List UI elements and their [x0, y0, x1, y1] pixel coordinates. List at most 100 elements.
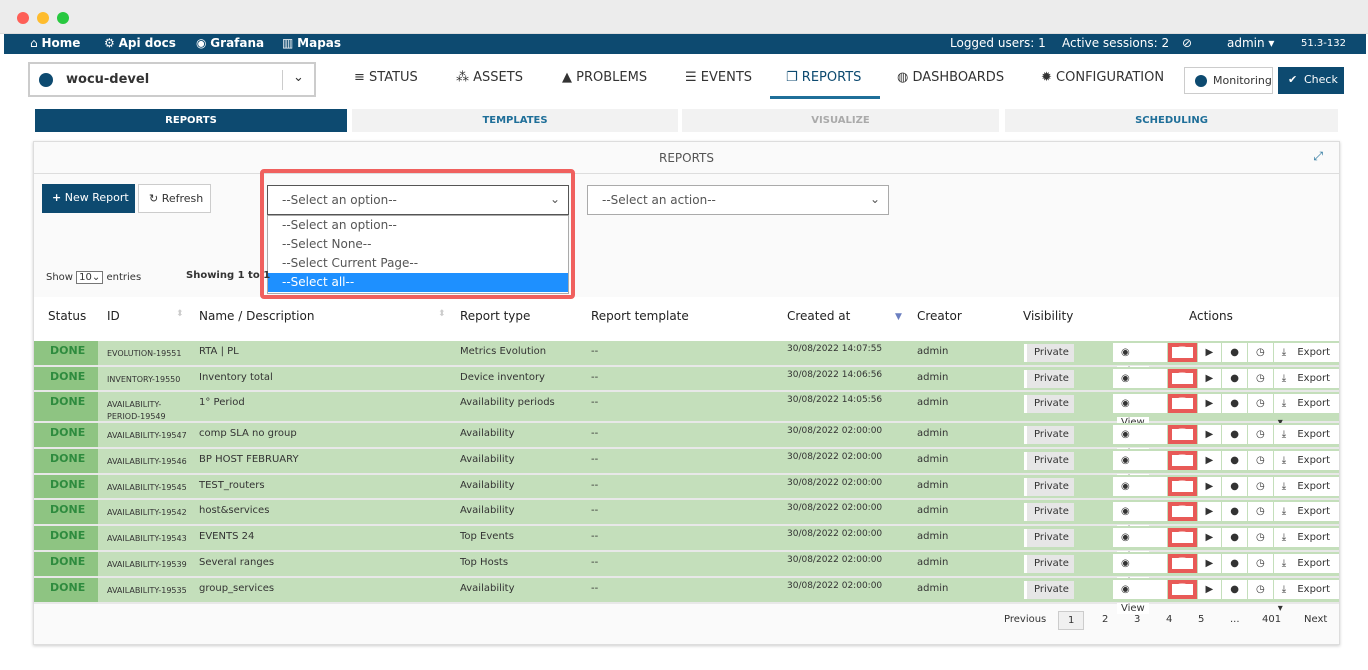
nav-events[interactable]: ☰ EVENTS [685, 70, 752, 85]
delete-button[interactable]: 🗑 [1167, 502, 1197, 521]
sort-icon[interactable]: ⬍ [176, 309, 184, 319]
maximize-window-button[interactable] [57, 12, 69, 24]
page-1[interactable]: 1 [1058, 611, 1085, 630]
export-button[interactable]: ⤓ Export ▾ [1273, 369, 1339, 403]
export-button[interactable]: ⤓ Export ▾ [1273, 425, 1339, 459]
sort-desc-icon[interactable]: ▼ [895, 312, 902, 322]
comment-button[interactable]: ● [1222, 425, 1247, 444]
export-button[interactable]: ⤓ Export ▾ [1273, 528, 1339, 562]
topbar-apidocs-link[interactable]: ⚙ Api docs [104, 36, 176, 50]
delete-button[interactable]: 🗑 [1167, 580, 1197, 599]
comment-button[interactable]: ● [1222, 343, 1247, 362]
report-name[interactable]: RTA | PL [199, 346, 239, 357]
delete-button[interactable]: 🗑 [1167, 477, 1197, 496]
view-button[interactable]: ◉ View [1113, 528, 1167, 562]
sort-icon[interactable]: ⬍ [438, 309, 446, 319]
delete-button[interactable]: 🗑 [1167, 528, 1197, 547]
view-button[interactable]: ◉ View [1113, 394, 1167, 428]
view-button[interactable]: ◉ View [1113, 477, 1167, 511]
comment-button[interactable]: ● [1222, 502, 1247, 521]
page-401[interactable]: 401 [1262, 614, 1281, 625]
page-2[interactable]: 2 [1102, 614, 1108, 625]
visibility-badge[interactable]: Private [1024, 555, 1074, 573]
col-visibility[interactable]: Visibility [1023, 309, 1073, 323]
view-button[interactable]: ◉ View [1113, 369, 1167, 403]
nav-problems[interactable]: ▲ PROBLEMS [562, 70, 647, 85]
nav-assets[interactable]: ⁂ ASSETS [456, 70, 523, 85]
page-5[interactable]: 5 [1198, 614, 1204, 625]
next-page-button[interactable]: Next [1304, 614, 1327, 625]
run-button[interactable]: ▶ [1197, 528, 1222, 547]
col-id[interactable]: ID [107, 309, 120, 323]
page-3[interactable]: 3 [1134, 614, 1140, 625]
export-button[interactable]: ⤓ Export ▾ [1273, 477, 1339, 511]
nav-dashboards[interactable]: ◍ DASHBOARDS [897, 70, 1004, 85]
minimize-window-button[interactable] [37, 12, 49, 24]
chevron-down-icon[interactable]: ⌄ [293, 70, 304, 85]
report-name[interactable]: comp SLA no group [199, 428, 297, 439]
visibility-badge[interactable]: Private [1024, 344, 1074, 362]
report-name[interactable]: TEST_routers [199, 480, 265, 491]
page-size-select[interactable]: 10⌄ [76, 271, 104, 284]
view-button[interactable]: ◉ View [1113, 451, 1167, 485]
page-4[interactable]: 4 [1166, 614, 1172, 625]
export-button[interactable]: ⤓ Export ▾ [1273, 394, 1339, 428]
col-creator[interactable]: Creator [917, 309, 962, 323]
run-button[interactable]: ▶ [1197, 394, 1222, 413]
col-status[interactable]: Status [48, 309, 86, 323]
close-window-button[interactable] [17, 12, 29, 24]
report-name[interactable]: Several ranges [199, 557, 274, 568]
delete-button[interactable]: 🗑 [1167, 343, 1197, 362]
run-button[interactable]: ▶ [1197, 580, 1222, 599]
schedule-button[interactable]: ◷ [1247, 477, 1273, 496]
export-button[interactable]: ⤓ Export ▾ [1273, 502, 1339, 536]
col-name[interactable]: Name / Description [199, 309, 314, 323]
run-button[interactable]: ▶ [1197, 554, 1222, 573]
visibility-badge[interactable]: Private [1024, 478, 1074, 496]
run-button[interactable]: ▶ [1197, 425, 1222, 444]
comment-button[interactable]: ● [1222, 554, 1247, 573]
subtab-templates[interactable]: TEMPLATES [352, 109, 678, 132]
run-button[interactable]: ▶ [1197, 477, 1222, 496]
subtab-visualize[interactable]: VISUALIZE [682, 109, 999, 132]
comment-button[interactable]: ● [1222, 451, 1247, 470]
monitoring-button[interactable]: Monitoring [1184, 67, 1273, 94]
report-name[interactable]: group_services [199, 583, 274, 594]
view-button[interactable]: ◉ View [1113, 502, 1167, 536]
visibility-badge[interactable]: Private [1024, 370, 1074, 388]
delete-button[interactable]: 🗑 [1167, 394, 1197, 413]
view-button[interactable]: ◉ View [1113, 580, 1167, 614]
schedule-button[interactable]: ◷ [1247, 502, 1273, 521]
view-button[interactable]: ◉ View [1113, 425, 1167, 459]
refresh-button[interactable]: ↻ Refresh [138, 184, 211, 213]
export-button[interactable]: ⤓ Export ▾ [1273, 554, 1339, 588]
view-button[interactable]: ◉ View [1113, 554, 1167, 588]
topbar-grafana-link[interactable]: ◉ Grafana [196, 36, 264, 50]
prev-page-button[interactable]: Previous [1004, 614, 1046, 625]
comment-button[interactable]: ● [1222, 369, 1247, 388]
schedule-button[interactable]: ◷ [1247, 425, 1273, 444]
delete-button[interactable]: 🗑 [1167, 451, 1197, 470]
disable-icon[interactable]: ⊘ [1182, 36, 1192, 50]
delete-button[interactable]: 🗑 [1167, 425, 1197, 444]
visibility-badge[interactable]: Private [1024, 395, 1074, 413]
run-button[interactable]: ▶ [1197, 343, 1222, 362]
view-button[interactable]: ◉ View [1113, 343, 1167, 377]
export-button[interactable]: ⤓ Export ▾ [1273, 343, 1339, 377]
schedule-button[interactable]: ◷ [1247, 343, 1273, 362]
visibility-badge[interactable]: Private [1024, 426, 1074, 444]
comment-button[interactable]: ● [1222, 580, 1247, 599]
delete-button[interactable]: 🗑 [1167, 369, 1197, 388]
schedule-button[interactable]: ◷ [1247, 554, 1273, 573]
report-name[interactable]: 1° Period [199, 397, 245, 408]
subtab-scheduling[interactable]: SCHEDULING [1005, 109, 1338, 132]
report-name[interactable]: BP HOST FEBRUARY [199, 454, 299, 465]
nav-reports[interactable]: ❐ REPORTS [786, 70, 861, 85]
report-name[interactable]: EVENTS 24 [199, 531, 254, 542]
visibility-badge[interactable]: Private [1024, 581, 1074, 599]
schedule-button[interactable]: ◷ [1247, 369, 1273, 388]
nav-configuration[interactable]: ✹ CONFIGURATION [1041, 70, 1164, 85]
comment-button[interactable]: ● [1222, 394, 1247, 413]
schedule-button[interactable]: ◷ [1247, 451, 1273, 470]
schedule-button[interactable]: ◷ [1247, 580, 1273, 599]
